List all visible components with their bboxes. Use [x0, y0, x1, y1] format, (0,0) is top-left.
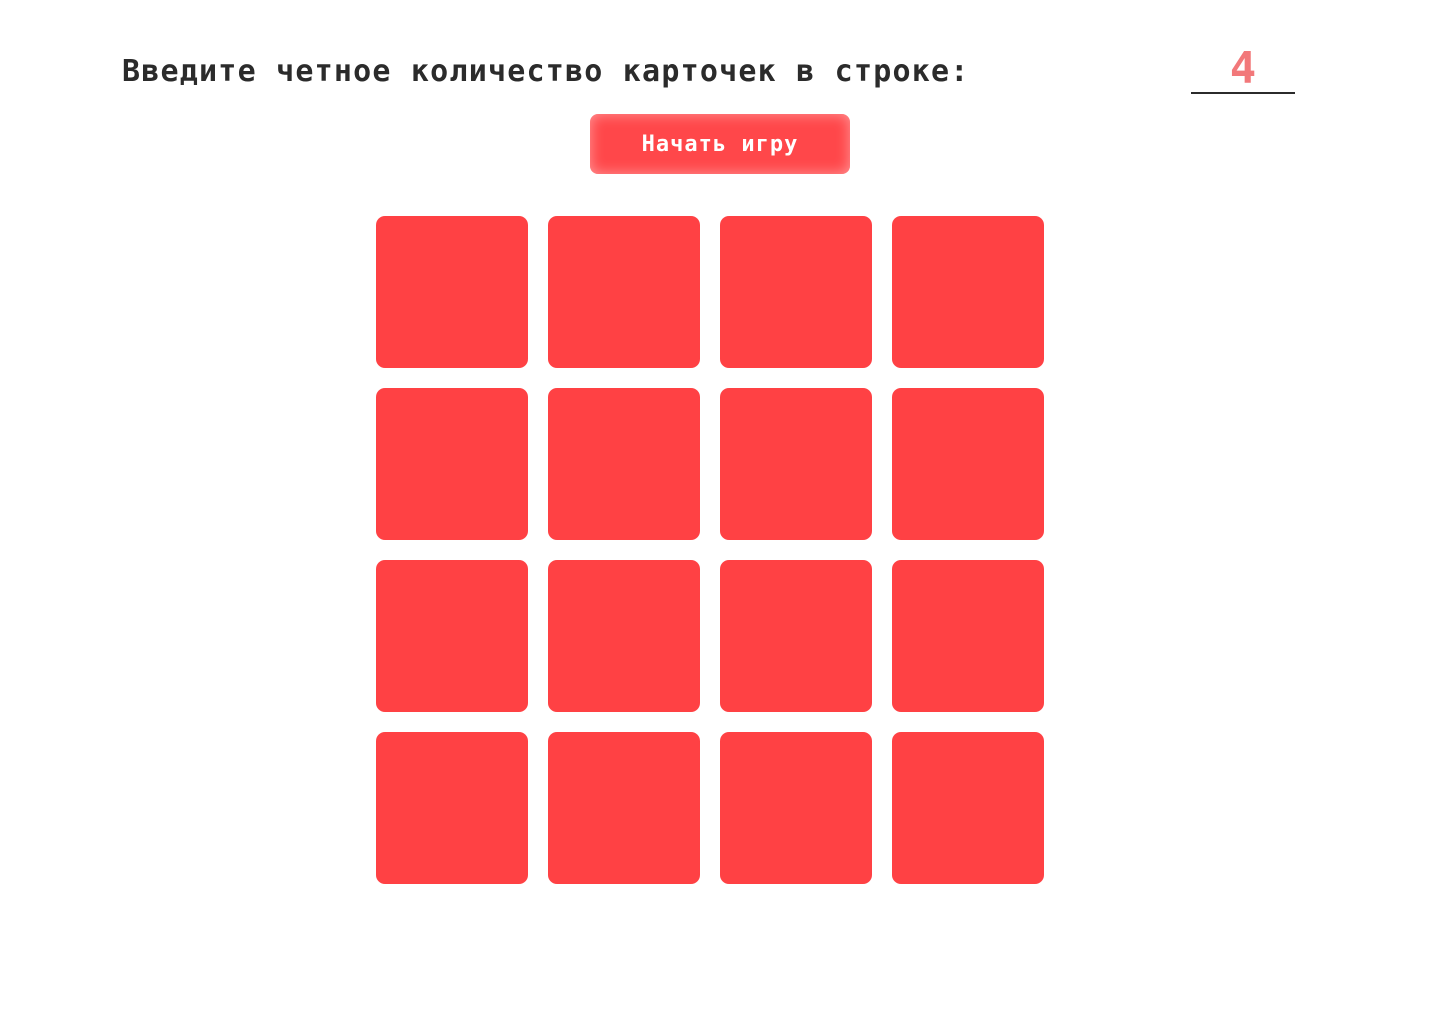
memory-card[interactable] — [548, 732, 700, 884]
card-count-form: Введите четное количество карточек в стр… — [122, 46, 1302, 98]
memory-card[interactable] — [376, 732, 528, 884]
memory-card[interactable] — [892, 732, 1044, 884]
game-board — [376, 216, 1044, 884]
card-count-input[interactable] — [1191, 46, 1295, 94]
memory-card[interactable] — [548, 216, 700, 368]
memory-card[interactable] — [376, 388, 528, 540]
memory-card[interactable] — [892, 388, 1044, 540]
memory-card[interactable] — [548, 560, 700, 712]
memory-card[interactable] — [720, 560, 872, 712]
memory-card[interactable] — [892, 560, 1044, 712]
card-count-label: Введите четное количество карточек в стр… — [122, 54, 970, 89]
memory-card[interactable] — [720, 388, 872, 540]
start-game-button[interactable]: Начать игру — [590, 114, 850, 174]
memory-card[interactable] — [720, 732, 872, 884]
memory-card[interactable] — [376, 560, 528, 712]
memory-card[interactable] — [376, 216, 528, 368]
memory-card[interactable] — [548, 388, 700, 540]
memory-card[interactable] — [892, 216, 1044, 368]
memory-card[interactable] — [720, 216, 872, 368]
